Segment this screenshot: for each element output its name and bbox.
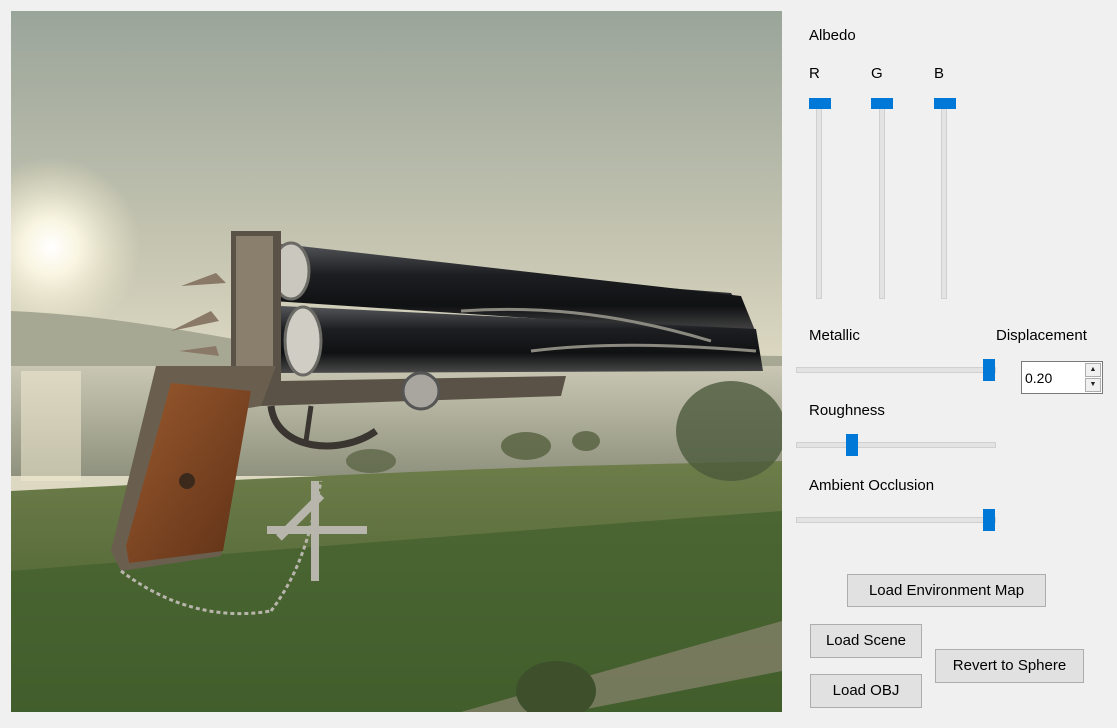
- roughness-label: Roughness: [809, 402, 885, 419]
- albedo-b-label: B: [934, 65, 945, 82]
- load-obj-button[interactable]: Load OBJ: [810, 674, 922, 708]
- ambient-occlusion-slider[interactable]: [796, 517, 996, 523]
- albedo-b-slider[interactable]: [941, 103, 947, 299]
- albedo-r-label: R: [809, 65, 820, 82]
- albedo-r-slider-thumb[interactable]: [809, 98, 831, 109]
- albedo-g-slider[interactable]: [879, 103, 885, 299]
- metallic-slider-thumb[interactable]: [983, 359, 995, 381]
- render-viewport[interactable]: [11, 11, 782, 712]
- displacement-value[interactable]: 0.20: [1025, 370, 1052, 386]
- displacement-label: Displacement: [996, 327, 1087, 344]
- metallic-slider[interactable]: [796, 367, 996, 373]
- albedo-b-slider-thumb[interactable]: [934, 98, 956, 109]
- metallic-label: Metallic: [809, 327, 860, 344]
- revert-to-sphere-button[interactable]: Revert to Sphere: [935, 649, 1084, 683]
- load-scene-button[interactable]: Load Scene: [810, 624, 922, 658]
- albedo-r-slider[interactable]: [816, 103, 822, 299]
- displacement-spinbox[interactable]: 0.20 ▲ ▼: [1021, 361, 1103, 394]
- ambient-occlusion-slider-thumb[interactable]: [983, 509, 995, 531]
- roughness-slider-thumb[interactable]: [846, 434, 858, 456]
- arrow-down-icon[interactable]: ▼: [1085, 378, 1101, 392]
- load-environment-map-button[interactable]: Load Environment Map: [847, 574, 1046, 607]
- roughness-slider[interactable]: [796, 442, 996, 448]
- albedo-g-slider-thumb[interactable]: [871, 98, 893, 109]
- albedo-label: Albedo: [809, 27, 856, 44]
- albedo-g-label: G: [871, 65, 883, 82]
- arrow-up-icon[interactable]: ▲: [1085, 363, 1101, 377]
- ambient-occlusion-label: Ambient Occlusion: [809, 477, 935, 494]
- render-scene: [11, 11, 782, 712]
